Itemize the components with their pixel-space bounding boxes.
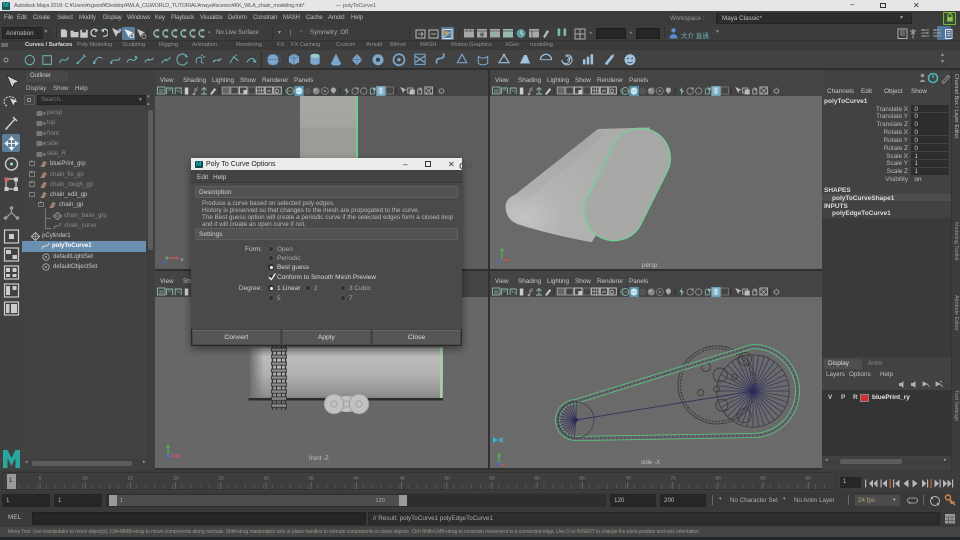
svg-text:55: 55 bbox=[489, 476, 495, 482]
svg-text:90: 90 bbox=[805, 476, 811, 482]
svg-text:50: 50 bbox=[444, 476, 450, 482]
svg-text:15: 15 bbox=[127, 476, 133, 482]
svg-text:75: 75 bbox=[670, 476, 676, 482]
svg-text:25: 25 bbox=[218, 476, 224, 482]
svg-text:40: 40 bbox=[353, 476, 359, 482]
svg-text:x: x bbox=[181, 257, 184, 263]
svg-text:35: 35 bbox=[308, 476, 314, 482]
svg-text:30: 30 bbox=[263, 476, 269, 482]
svg-text:10: 10 bbox=[82, 476, 88, 482]
svg-text:70: 70 bbox=[625, 476, 631, 482]
svg-text:60: 60 bbox=[534, 476, 540, 482]
svg-text:85: 85 bbox=[760, 476, 766, 482]
svg-text:65: 65 bbox=[579, 476, 585, 482]
svg-text:20: 20 bbox=[173, 476, 179, 482]
svg-text:80: 80 bbox=[715, 476, 721, 482]
svg-text:45: 45 bbox=[399, 476, 405, 482]
svg-text:5: 5 bbox=[39, 476, 42, 482]
